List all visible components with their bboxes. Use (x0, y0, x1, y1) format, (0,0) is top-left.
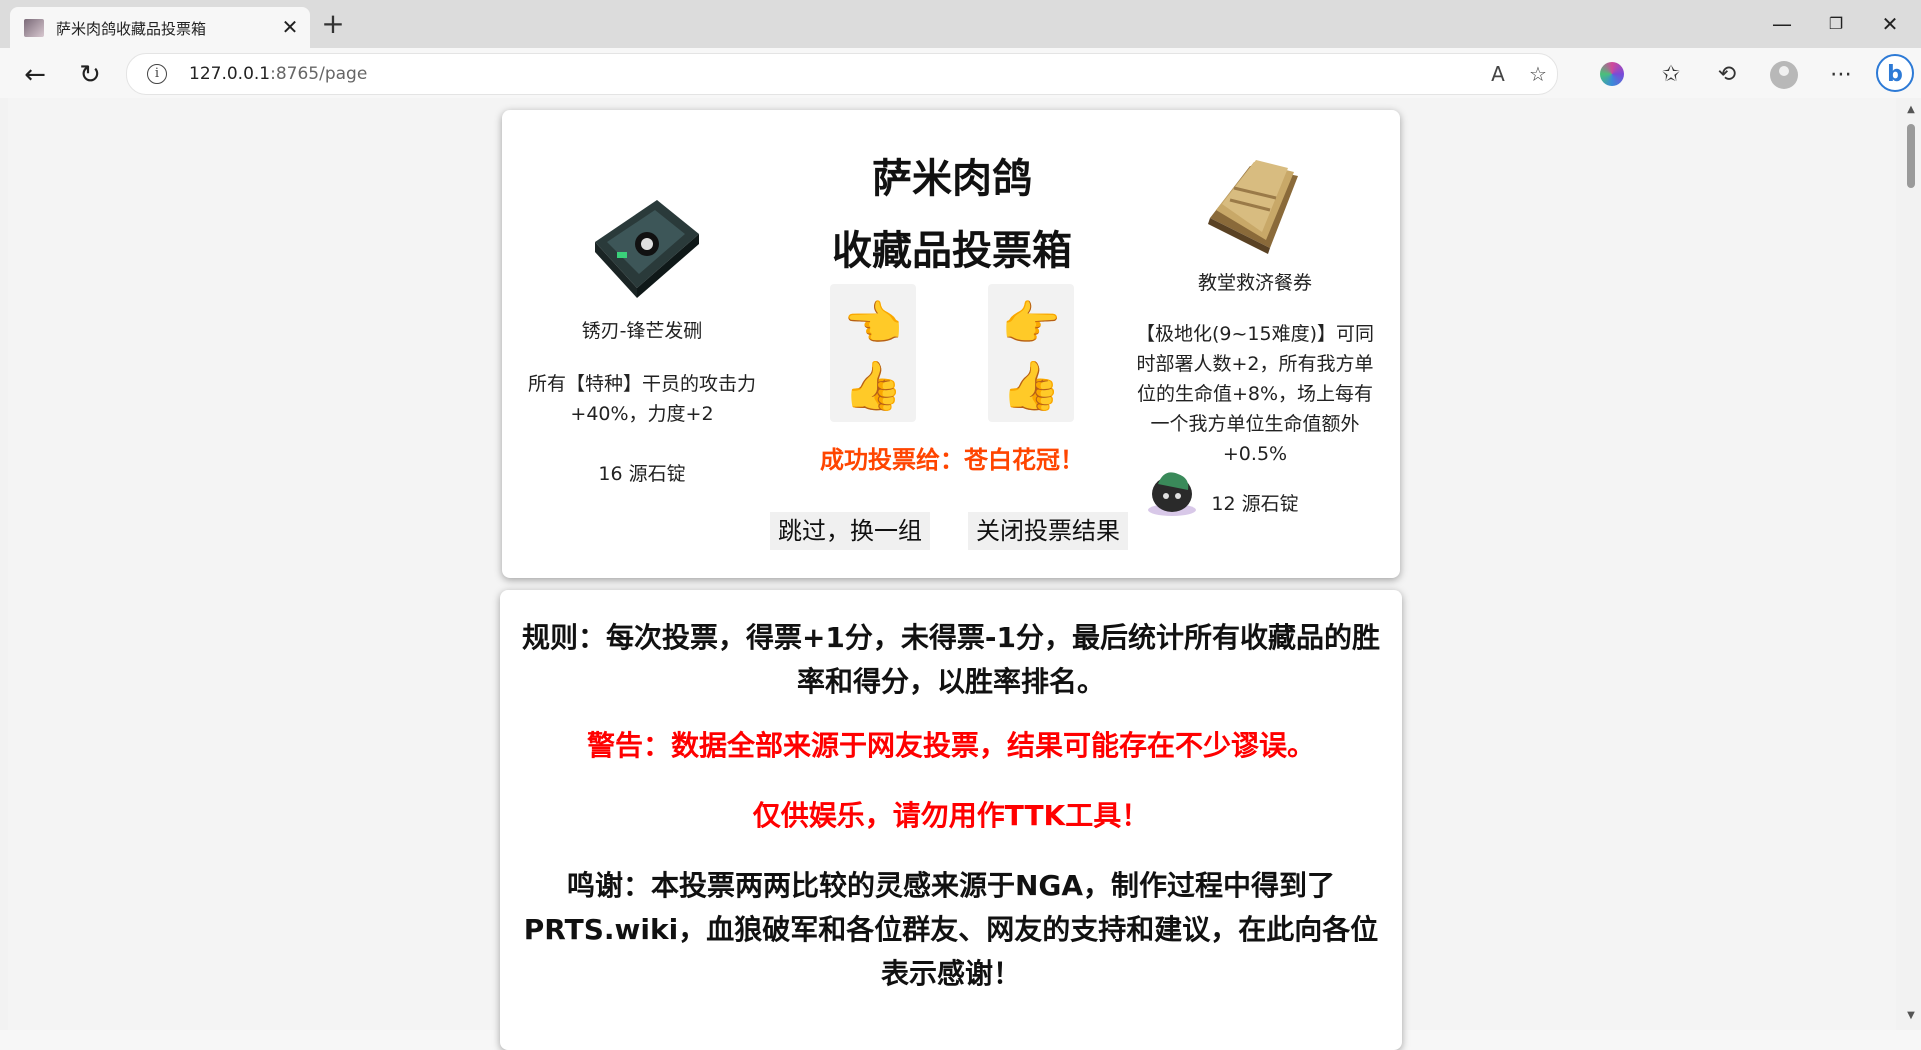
entertainment-notice: 仅供娱乐，请勿用作TTK工具！ (752, 799, 1150, 832)
mascot-icon (1148, 472, 1196, 516)
right-item-image (1208, 160, 1298, 254)
right-item[interactable]: 教堂救济餐券 【极地化(9~15难度)】可同时部署人数+2，所有我方单位的生命值… (1130, 148, 1380, 516)
thumbs-up-icon: 👍 (1001, 358, 1061, 414)
site-info-icon[interactable]: i (147, 64, 167, 84)
vote-right-button[interactable]: 👉 👍 (988, 284, 1074, 422)
page-scrollbar[interactable]: ▲ ▼ (1901, 98, 1921, 1030)
thanks-text: 鸣谢：本投票两两比较的灵感来源于NGA，制作过程中得到了PRTS.wiki，血狼… (523, 869, 1379, 990)
skip-button[interactable]: 跳过，换一组 (770, 512, 930, 550)
page-subtitle: 收藏品投票箱 (832, 228, 1072, 274)
vote-result-message: 成功投票给：苍白花冠！ (820, 446, 1084, 474)
close-tab-icon[interactable]: ✕ (278, 15, 302, 39)
favorite-star-icon[interactable]: ☆ (1525, 62, 1551, 86)
warning-text: 警告：数据全部来源于网友投票，结果可能存在不少谬误。 (586, 729, 1315, 762)
scroll-up-icon[interactable]: ▲ (1905, 104, 1917, 116)
restore-icon[interactable]: ❐ (1816, 8, 1856, 40)
left-item[interactable]: 锈刃-锋芒发硎 所有【特种】干员的攻击力+40%，力度+2 16 源石锭 (522, 192, 762, 486)
right-item-desc: 【极地化(9~15难度)】可同时部署人数+2，所有我方单位的生命值+8%，场上每… (1135, 323, 1374, 465)
back-icon[interactable]: ← (18, 58, 52, 92)
url-text[interactable]: 127.0.0.1:8765/page (189, 64, 367, 84)
copilot-icon[interactable] (1600, 62, 1624, 86)
left-item-cost: 16 源石锭 (598, 463, 686, 485)
browser-tab[interactable]: 萨米肉鸽收藏品投票箱 ✕ (10, 7, 310, 48)
scrollbar-thumb[interactable] (1907, 124, 1915, 188)
right-item-name: 教堂救济餐券 (1197, 272, 1312, 294)
pointing-right-icon: 👉 (1001, 296, 1061, 352)
new-tab-icon[interactable]: + (318, 10, 348, 40)
scroll-down-icon[interactable]: ▼ (1905, 1010, 1917, 1022)
tab-strip: 萨米肉鸽收藏品投票箱 ✕ + — ❐ ✕ (0, 0, 1921, 48)
favorites-icon[interactable]: ✩ (1656, 60, 1686, 90)
pointing-left-icon: 👈 (843, 296, 903, 352)
profile-avatar[interactable] (1770, 61, 1798, 89)
thumbs-up-icon: 👍 (843, 358, 903, 414)
close-result-button[interactable]: 关闭投票结果 (968, 512, 1128, 550)
left-item-image (595, 200, 699, 298)
refresh-icon[interactable]: ↻ (73, 58, 107, 92)
browser-toolbar: ← ↻ i 127.0.0.1:8765/page A ☆ ✩ ⟲ ⋯ b (0, 48, 1921, 98)
more-menu-icon[interactable]: ⋯ (1826, 60, 1856, 90)
vote-card: 锈刃-锋芒发硎 所有【特种】干员的攻击力+40%，力度+2 16 源石锭 萨米肉… (502, 110, 1400, 578)
bing-icon[interactable]: b (1876, 54, 1914, 92)
site-favicon-icon (24, 19, 44, 37)
window-close-icon[interactable]: ✕ (1870, 8, 1910, 40)
tab-title: 萨米肉鸽收藏品投票箱 (56, 20, 207, 38)
left-item-desc: 所有【特种】干员的攻击力+40%，力度+2 (528, 373, 757, 425)
read-aloud-icon[interactable]: A (1485, 62, 1511, 86)
minimize-icon[interactable]: — (1762, 8, 1802, 40)
address-bar[interactable]: i 127.0.0.1:8765/page A ☆ (126, 53, 1558, 95)
history-icon[interactable]: ⟲ (1712, 60, 1742, 90)
rules-text: 规则：每次投票，得票+1分，未得票-1分，最后统计所有收藏品的胜率和得分，以胜率… (521, 621, 1381, 698)
page-title: 萨米肉鸽 (872, 156, 1032, 202)
info-card: 规则：每次投票，得票+1分，未得票-1分，最后统计所有收藏品的胜率和得分，以胜率… (500, 590, 1402, 1050)
vote-left-button[interactable]: 👈 👍 (830, 284, 916, 422)
left-item-name: 锈刃-锋芒发硎 (581, 320, 703, 342)
